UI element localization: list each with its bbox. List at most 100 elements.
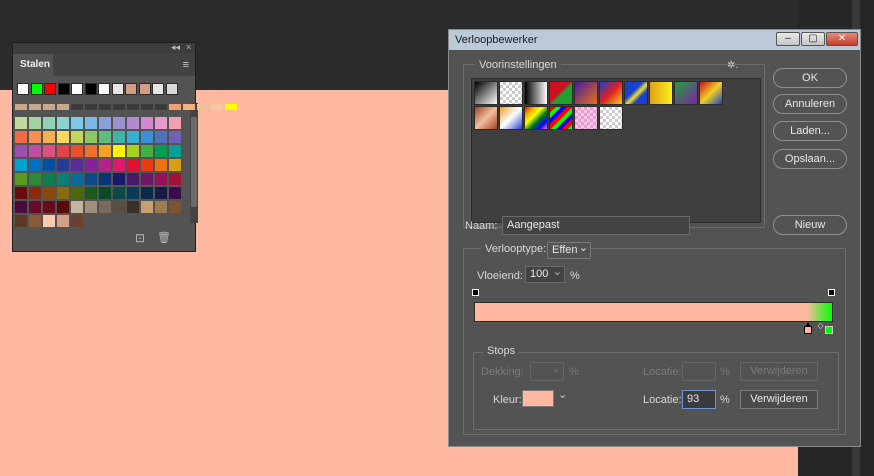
gradient-preset[interactable] <box>499 106 523 130</box>
color-swatch[interactable] <box>141 131 153 143</box>
recent-color-swatch[interactable] <box>125 83 137 95</box>
color-swatch[interactable] <box>113 131 125 143</box>
color-swatch[interactable] <box>155 131 167 143</box>
chevron-down-icon[interactable]: ⌄ <box>558 388 567 401</box>
color-swatch[interactable] <box>15 131 27 143</box>
gradient-preset[interactable] <box>624 81 648 105</box>
color-swatch[interactable] <box>127 117 139 129</box>
color-swatch[interactable] <box>43 187 55 199</box>
color-swatch[interactable] <box>85 145 97 157</box>
cancel-button[interactable]: Annuleren <box>773 94 847 114</box>
recent-color-swatch[interactable] <box>44 83 56 95</box>
gradient-preset[interactable] <box>574 81 598 105</box>
color-swatch[interactable] <box>155 187 167 199</box>
ok-button[interactable]: OK <box>773 68 847 88</box>
color-swatch[interactable] <box>71 145 83 157</box>
color-swatch[interactable] <box>169 104 181 110</box>
gradient-preset[interactable] <box>549 81 573 105</box>
color-swatch[interactable] <box>113 187 125 199</box>
color-swatch[interactable] <box>141 104 153 110</box>
gradient-preset[interactable] <box>474 106 498 130</box>
color-swatch[interactable] <box>113 201 125 213</box>
color-swatch[interactable] <box>99 131 111 143</box>
recent-color-swatch[interactable] <box>138 83 151 95</box>
swatch-scrollbar[interactable] <box>190 103 198 223</box>
color-swatch[interactable] <box>127 145 139 157</box>
trash-icon[interactable]: 🗑 <box>157 231 171 244</box>
save-button[interactable]: Opslaan... <box>773 149 847 169</box>
color-swatch[interactable] <box>29 145 41 157</box>
color-swatch[interactable] <box>15 187 27 199</box>
color-swatch[interactable] <box>43 201 55 213</box>
color-swatch[interactable] <box>43 173 55 185</box>
color-swatch[interactable] <box>15 201 27 213</box>
color-swatch[interactable] <box>169 159 181 171</box>
color-swatch[interactable] <box>29 215 41 227</box>
color-swatch[interactable] <box>57 117 69 129</box>
gradient-preset[interactable] <box>524 106 548 130</box>
color-swatch[interactable] <box>155 104 167 110</box>
color-swatch[interactable] <box>29 201 41 213</box>
color-swatch[interactable] <box>57 131 69 143</box>
color-swatch[interactable] <box>71 173 83 185</box>
gradient-preset[interactable] <box>674 81 698 105</box>
recent-color-swatch[interactable] <box>84 83 97 95</box>
color-swatch[interactable] <box>57 201 69 213</box>
opacity-stop-right[interactable] <box>828 289 835 296</box>
recent-color-swatch[interactable] <box>111 83 124 95</box>
collapse-icon[interactable]: ◂◂ <box>171 42 180 53</box>
color-swatch[interactable] <box>99 159 111 171</box>
location-input[interactable]: 93 <box>682 390 716 409</box>
color-swatch[interactable] <box>57 104 69 110</box>
gradient-preset[interactable] <box>524 81 548 105</box>
color-stop-selected[interactable] <box>803 322 812 334</box>
color-stop-end[interactable] <box>825 326 833 334</box>
color-swatch[interactable] <box>57 173 69 185</box>
color-swatch[interactable] <box>85 173 97 185</box>
color-swatch[interactable] <box>57 215 69 227</box>
color-swatch[interactable] <box>155 173 167 185</box>
color-swatch[interactable] <box>141 201 153 213</box>
color-swatch[interactable] <box>141 117 153 129</box>
color-swatch[interactable] <box>169 117 181 129</box>
color-swatch[interactable] <box>85 201 97 213</box>
scrollbar-thumb[interactable] <box>191 117 197 207</box>
color-swatch[interactable] <box>99 173 111 185</box>
color-swatch[interactable] <box>57 159 69 171</box>
color-swatch[interactable] <box>141 159 153 171</box>
color-swatch[interactable] <box>127 201 139 213</box>
color-swatch[interactable] <box>71 131 83 143</box>
recent-color-swatch[interactable] <box>30 83 43 95</box>
opacity-stop-left[interactable] <box>472 289 479 296</box>
color-swatch[interactable] <box>155 159 167 171</box>
recent-color-swatch[interactable] <box>17 83 29 95</box>
color-swatch[interactable] <box>155 145 167 157</box>
color-swatch[interactable] <box>71 159 83 171</box>
color-swatch[interactable] <box>43 104 55 110</box>
color-swatch[interactable] <box>99 187 111 199</box>
panel-menu-icon[interactable]: ≡ <box>183 59 189 71</box>
color-swatch[interactable] <box>57 187 69 199</box>
color-swatch[interactable] <box>197 104 209 110</box>
color-swatch[interactable] <box>169 173 181 185</box>
color-swatch[interactable] <box>43 131 55 143</box>
color-swatch[interactable] <box>43 117 55 129</box>
recent-color-swatch[interactable] <box>71 83 83 95</box>
color-swatch[interactable] <box>29 159 41 171</box>
color-swatch[interactable] <box>169 201 181 213</box>
recent-color-swatch[interactable] <box>152 83 164 95</box>
color-swatch[interactable] <box>99 145 111 157</box>
color-swatch[interactable] <box>211 104 223 110</box>
gradient-type-select[interactable]: Effen ⌄ <box>547 242 591 259</box>
color-swatch[interactable] <box>15 173 27 185</box>
color-swatch[interactable] <box>155 201 167 213</box>
color-swatch[interactable] <box>85 159 97 171</box>
color-swatch[interactable] <box>99 201 111 213</box>
close-icon[interactable]: × <box>186 42 191 52</box>
color-swatch[interactable] <box>29 187 41 199</box>
color-swatch[interactable] <box>225 104 237 110</box>
midpoint-diamond-icon[interactable]: ◇ <box>817 321 823 330</box>
color-swatch[interactable] <box>141 145 153 157</box>
color-swatch[interactable] <box>99 117 111 129</box>
color-swatch[interactable] <box>127 173 139 185</box>
